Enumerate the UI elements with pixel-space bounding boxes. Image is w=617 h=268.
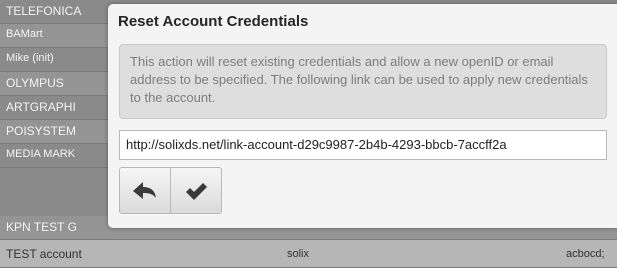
account-name: OLYMPUS	[6, 76, 64, 90]
table-row[interactable]: TEST account solix acbocd;	[0, 240, 617, 268]
arrow-left-icon	[133, 181, 157, 200]
account-name: POISYSTEM	[6, 124, 77, 138]
confirm-button[interactable]	[170, 168, 221, 213]
account-name: ARTGRAPHI	[6, 100, 76, 114]
dialog-button-group	[119, 167, 222, 214]
account-name: BAMart	[6, 28, 43, 40]
dialog-title: Reset Account Credentials	[118, 13, 309, 30]
checkmark-icon	[185, 182, 207, 200]
dialog-notice: This action will reset existing credenti…	[119, 44, 607, 119]
account-code: acbocd;	[566, 248, 605, 260]
account-name: KPN TEST G	[6, 220, 77, 234]
account-name: Mike (init)	[6, 52, 54, 64]
reset-credentials-dialog: Reset Account Credentials This action wi…	[108, 4, 617, 228]
account-name: MEDIA MARK	[6, 148, 76, 160]
account-user: solix	[287, 248, 310, 260]
back-button[interactable]	[120, 168, 170, 213]
account-name: TELEFONICA	[6, 4, 82, 18]
account-name: TEST account	[6, 247, 82, 261]
credential-link-field[interactable]: http://solixds.net/link-account-d29c9987…	[119, 130, 607, 160]
